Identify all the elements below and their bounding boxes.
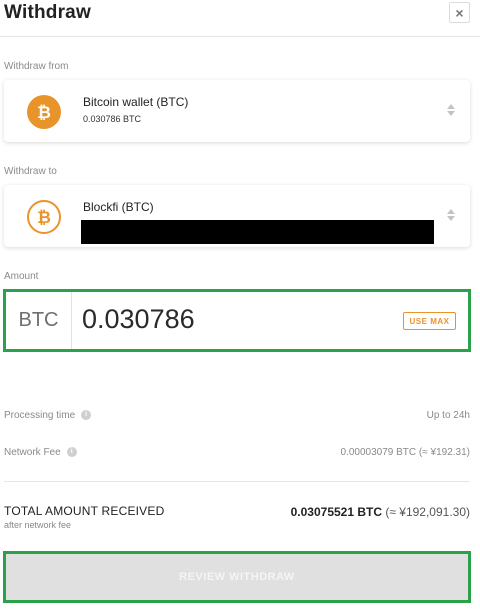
- withdraw-to-label: Withdraw to: [4, 166, 57, 177]
- divider: [4, 481, 470, 482]
- svg-text:₿: ₿: [37, 103, 51, 122]
- total-label: TOTAL AMOUNT RECEIVED: [4, 504, 165, 518]
- processing-time-value: Up to 24h: [426, 410, 470, 421]
- total-value-btc: 0.03075521 BTC: [290, 505, 383, 519]
- network-fee-value: 0.00003079 BTC (≈ ¥192.31): [340, 447, 470, 458]
- network-fee-row: Network Fee i 0.00003079 BTC (≈ ¥192.31): [4, 447, 470, 463]
- bitcoin-icon: ₿: [27, 200, 61, 234]
- amount-label: Amount: [4, 271, 39, 282]
- sort-arrows-icon: [447, 209, 455, 223]
- withdraw-from-label: Withdraw from: [4, 61, 69, 72]
- dialog-header: Withdraw ×: [0, 0, 480, 37]
- svg-text:₿: ₿: [37, 208, 51, 227]
- processing-time-row: Processing time i Up to 24h: [4, 410, 470, 426]
- withdraw-from-selector[interactable]: ₿ Bitcoin wallet (BTC) 0.030786 BTC: [4, 80, 470, 142]
- total-sublabel: after network fee: [4, 520, 72, 530]
- withdraw-to-selector[interactable]: ₿ Blockfi (BTC): [4, 185, 470, 247]
- from-wallet-name: Bitcoin wallet (BTC): [83, 95, 189, 109]
- network-fee-label: Network Fee: [4, 447, 61, 458]
- use-max-button[interactable]: USE MAX: [403, 312, 456, 330]
- to-wallet-name: Blockfi (BTC): [83, 200, 154, 214]
- info-icon[interactable]: i: [66, 447, 77, 458]
- bitcoin-icon: ₿: [27, 95, 61, 129]
- amount-field: BTC USE MAX: [3, 289, 471, 352]
- review-withdraw-button[interactable]: REVIEW WITHDRAW: [3, 551, 471, 603]
- info-icon[interactable]: i: [81, 410, 92, 421]
- total-value-fiat: (≈ ¥192,091.30): [382, 505, 470, 519]
- amount-unit: BTC: [6, 292, 72, 349]
- dialog-title: Withdraw: [4, 2, 91, 23]
- from-wallet-balance: 0.030786 BTC: [83, 114, 142, 124]
- redacted-address: [81, 220, 434, 244]
- close-button[interactable]: ×: [449, 2, 470, 23]
- sort-arrows-icon: [447, 104, 455, 118]
- total-value: 0.03075521 BTC (≈ ¥192,091.30): [291, 505, 470, 519]
- processing-time-label: Processing time: [4, 410, 76, 421]
- amount-input[interactable]: [82, 304, 382, 335]
